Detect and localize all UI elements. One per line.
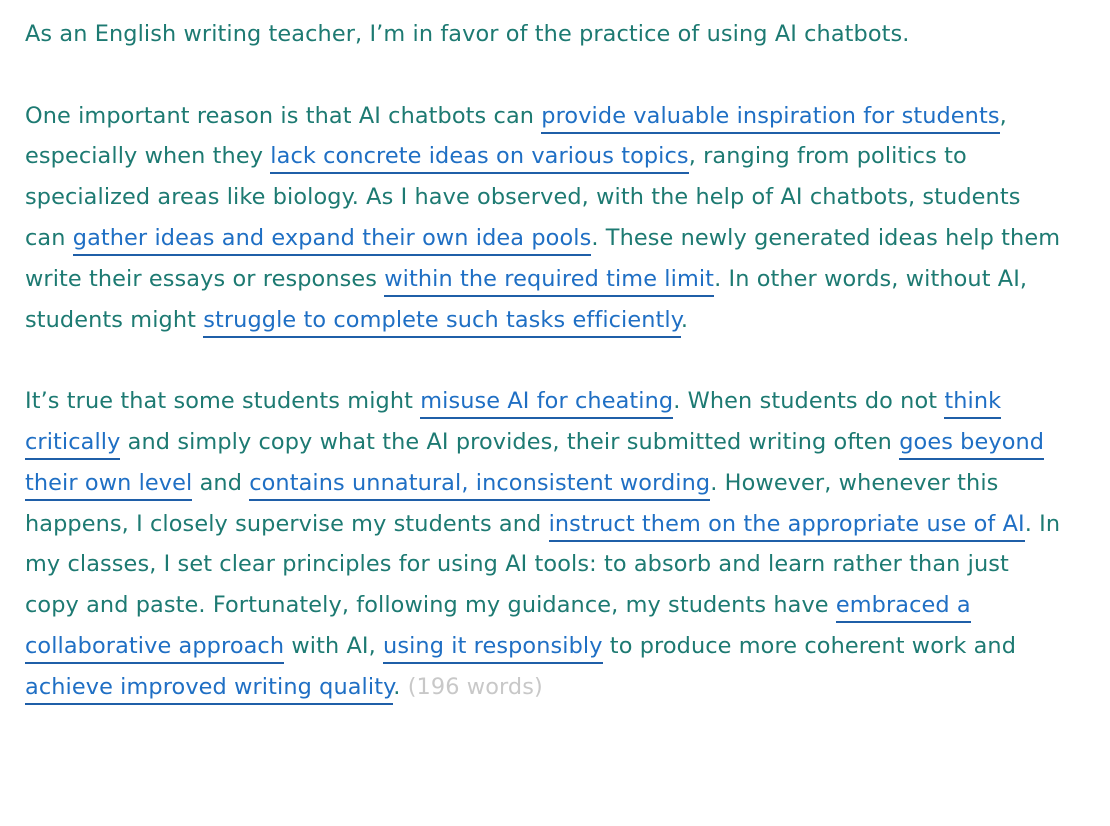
highlighted-phrase[interactable]: within the required time limit xyxy=(384,265,715,297)
highlighted-phrase[interactable]: provide valuable inspiration for student… xyxy=(541,102,1000,134)
essay-text: As an English writing teacher, I’m in fa… xyxy=(25,21,910,47)
essay-text: . xyxy=(680,306,689,333)
essay-text: One important reason is that AI chatbots… xyxy=(25,102,542,129)
essay-paragraph: As an English writing teacher, I’m in fa… xyxy=(25,14,1065,55)
essay-text: . xyxy=(393,673,408,700)
essay-text: to produce more coherent work and xyxy=(602,632,1017,659)
essay-text: with AI, xyxy=(284,632,384,659)
highlighted-phrase[interactable]: instruct them on the appropriate use of … xyxy=(548,510,1025,542)
essay-paragraph: One important reason is that AI chatbots… xyxy=(25,96,1065,341)
highlighted-phrase[interactable]: struggle to complete such tasks efficien… xyxy=(203,306,681,338)
essay-text: and xyxy=(192,469,250,496)
highlighted-phrase[interactable]: contains unnatural, inconsistent wording xyxy=(249,469,711,501)
highlighted-phrase[interactable]: lack concrete ideas on various topics xyxy=(270,143,689,175)
highlighted-phrase[interactable]: gather ideas and expand their own idea p… xyxy=(72,224,592,256)
word-count: (196 words) xyxy=(407,673,543,700)
highlighted-phrase[interactable]: using it responsibly xyxy=(383,632,603,664)
highlighted-phrase[interactable]: achieve improved writing quality xyxy=(25,673,394,705)
essay-text: and simply copy what the AI provides, th… xyxy=(120,428,900,455)
highlighted-phrase[interactable]: misuse AI for cheating xyxy=(420,388,674,420)
essay-body: As an English writing teacher, I’m in fa… xyxy=(25,14,1065,708)
essay-text: . When students do not xyxy=(673,388,945,415)
essay-text: It’s true that some students might xyxy=(25,388,421,415)
essay-paragraph: It’s true that some students might misus… xyxy=(25,381,1065,707)
